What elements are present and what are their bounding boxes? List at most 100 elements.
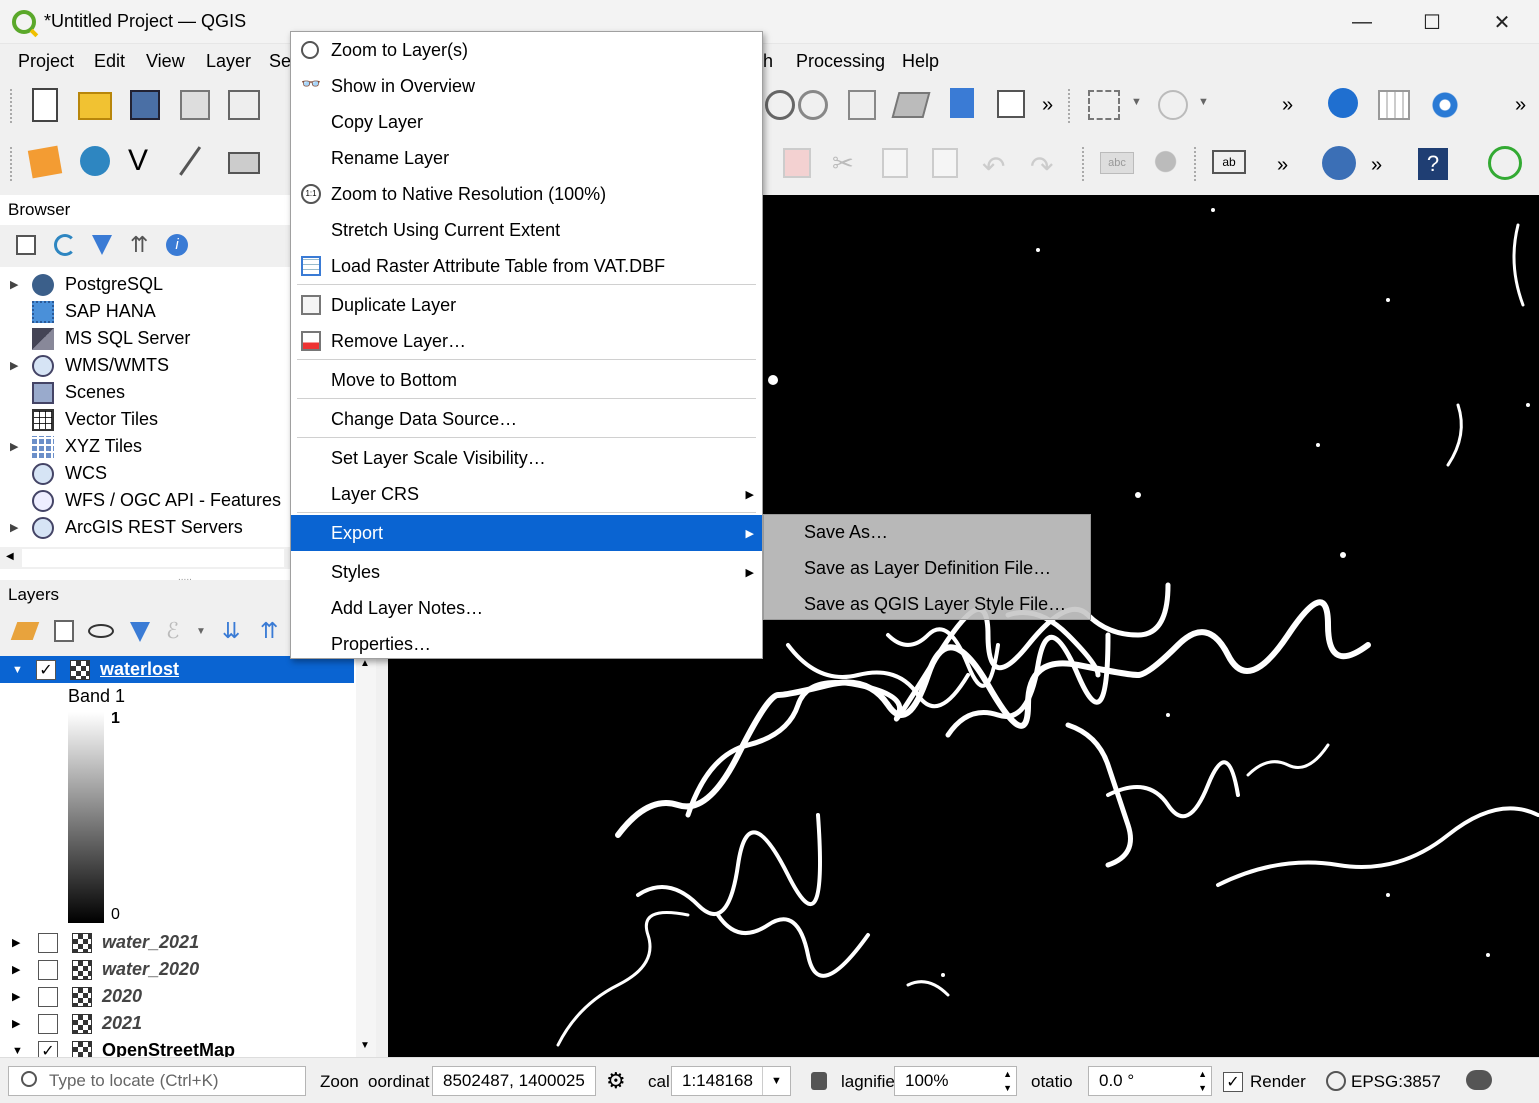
horizontal-scrollbar[interactable]: ◀ [0,547,290,569]
layer-row-2020[interactable]: ▶ 2020 [0,983,142,1010]
spin-arrows-icon[interactable]: ▲ ▼ [1198,1067,1207,1095]
browser-item-vector-tiles[interactable]: Vector Tiles [10,406,158,433]
menu-item-stretch-extent[interactable]: Stretch Using Current Extent [291,212,762,248]
settings-gear-icon[interactable] [1428,88,1462,122]
open-project-icon[interactable] [78,92,112,120]
messages-icon[interactable] [1466,1070,1492,1090]
select-features-icon[interactable] [1088,90,1120,120]
zoom-layer-icon[interactable] [798,90,828,120]
menu-item-remove-layer[interactable]: Remove Layer… [291,323,762,359]
help-icon[interactable]: ? [1418,148,1448,180]
menu-item-change-data-source[interactable]: Change Data Source… [291,401,762,437]
menu-item-copy-layer[interactable]: Copy Layer [291,104,762,140]
browser-item-mssql[interactable]: MS SQL Server [10,325,190,352]
browser-item-wfs[interactable]: WFS / OGC API - Features [10,487,281,514]
coordinate-field[interactable]: 8502487, 1400025 [432,1066,596,1096]
browser-item-xyz-tiles[interactable]: ▶ XYZ Tiles [10,433,142,460]
paste-icon[interactable] [932,148,958,178]
expand-all-icon[interactable]: ⇊ [222,618,240,644]
style-panel-icon[interactable] [10,622,40,640]
submenu-save-as[interactable]: Save As… [804,522,888,543]
save-project-icon[interactable] [130,90,160,120]
menu-item-properties[interactable]: Properties… [291,626,762,662]
toolbar-overflow-icon[interactable]: » [1515,94,1526,117]
menu-item-zoom-native[interactable]: 1:1 Zoom to Native Resolution (100%) [291,176,762,212]
toolbar-grip[interactable] [10,147,14,181]
new-temp-layer-icon[interactable] [179,146,207,180]
menu-item-duplicate-layer[interactable]: Duplicate Layer [291,287,762,323]
browser-item-postgresql[interactable]: ▶ PostgreSQL [10,271,163,298]
browser-item-scenes[interactable]: Scenes [10,379,125,406]
delete-icon[interactable] [783,148,811,178]
visibility-eye-icon[interactable] [88,624,114,638]
lock-icon[interactable] [811,1072,827,1090]
submenu-save-layer-definition[interactable]: Save as Layer Definition File… [804,558,1051,579]
bookmark-icon[interactable] [950,88,974,118]
expand-arrow-icon[interactable]: ▶ [0,936,38,949]
menu-settings[interactable]: Se [269,51,291,72]
layer-row-water-2021[interactable]: ▶ water_2021 [0,929,199,956]
new-vector-layer-icon[interactable]: V [128,146,162,180]
scale-combo[interactable]: 1:148168 ▼ [671,1066,791,1096]
copy-icon[interactable] [882,148,908,178]
menu-layer[interactable]: Layer [206,51,251,72]
layer-checkbox[interactable] [38,1013,58,1034]
layer-tree-scrollbar[interactable]: ▲ ▼ [356,656,376,1057]
render-checkbox[interactable]: ✓ [1223,1072,1243,1092]
collapse-all-icon[interactable]: ⇈ [130,234,148,256]
new-print-layout-icon[interactable] [180,90,210,120]
browser-item-arcgis[interactable]: ▶ ArcGIS REST Servers [10,514,243,541]
layer-row-2021[interactable]: ▶ 2021 [0,1010,142,1037]
minimize-button[interactable]: — [1327,0,1397,44]
chevron-down-icon[interactable]: ▼ [196,626,206,637]
diagram-tool-icon[interactable] [1152,148,1186,182]
menu-processing[interactable]: Processing [796,51,885,72]
toolbar-overflow-icon[interactable]: » [1282,94,1293,117]
browser-item-sap-hana[interactable]: SAP HANA [10,298,156,325]
menu-project[interactable]: Project [18,51,74,72]
expand-arrow-icon[interactable]: ▶ [10,278,28,291]
label-style-icon[interactable]: ab [1212,150,1246,174]
browser-item-wms[interactable]: ▶ WMS/WMTS [10,352,169,379]
menu-view[interactable]: View [146,51,185,72]
rotation-spinbox[interactable]: 0.0 ° ▲ ▼ [1088,1066,1212,1096]
new-bookmark-icon[interactable] [848,90,876,120]
locator-search-input[interactable]: Type to locate (Ctrl+K) [8,1066,306,1096]
crs-globe-icon[interactable] [1326,1071,1346,1091]
new-virtual-layer-icon[interactable] [228,152,260,174]
layer-checkbox[interactable] [38,959,58,980]
collapse-all-layers-icon[interactable]: ⇈ [260,618,278,644]
maximize-button[interactable]: ☐ [1397,0,1467,44]
menu-item-scale-visibility[interactable]: Set Layer Scale Visibility… [291,440,762,476]
expand-arrow-icon[interactable]: ▶ [0,963,38,976]
menu-item-move-to-bottom[interactable]: Move to Bottom [291,362,762,398]
expand-arrow-icon[interactable]: ▶ [0,990,38,1003]
deselect-icon[interactable] [1158,90,1188,120]
layer-checkbox[interactable] [38,932,58,953]
data-source-manager-icon[interactable] [27,145,63,179]
add-selected-icon[interactable] [16,235,36,255]
menu-item-show-in-overview[interactable]: 👓 Show in Overview [291,68,762,104]
menu-item-export[interactable]: Export ▶ [291,515,762,551]
add-wms-layer-icon[interactable] [1322,146,1356,180]
menu-item-add-notes[interactable]: Add Layer Notes… [291,590,762,626]
attribute-table-icon[interactable] [1378,90,1410,120]
menu-item-styles[interactable]: Styles ▶ [291,554,762,590]
collapse-arrow-icon[interactable]: ▼ [0,664,36,676]
magnifier-spinbox[interactable]: 100% ▲ ▼ [894,1066,1017,1096]
close-button[interactable]: ✕ [1467,0,1537,44]
submenu-save-style-file[interactable]: Save as QGIS Layer Style File… [804,594,1066,615]
splitter-handle[interactable]: ..... [178,572,192,583]
chevron-down-icon[interactable]: ▼ [762,1067,790,1095]
chevron-down-icon[interactable]: ▼ [1131,96,1142,108]
toolbar-overflow-icon[interactable]: » [1042,94,1053,117]
scroll-left-icon[interactable]: ◀ [6,551,14,562]
add-group-icon[interactable] [54,620,74,642]
layer-checkbox[interactable]: ✓ [36,659,56,680]
refresh-bookmark-icon[interactable] [997,90,1025,118]
menu-edit[interactable]: Edit [94,51,125,72]
filter-icon[interactable] [92,235,112,255]
plugin-icon[interactable] [1488,146,1522,180]
toolbar-grip[interactable] [1082,147,1086,181]
label-tool-icon[interactable]: abc [1100,152,1134,174]
